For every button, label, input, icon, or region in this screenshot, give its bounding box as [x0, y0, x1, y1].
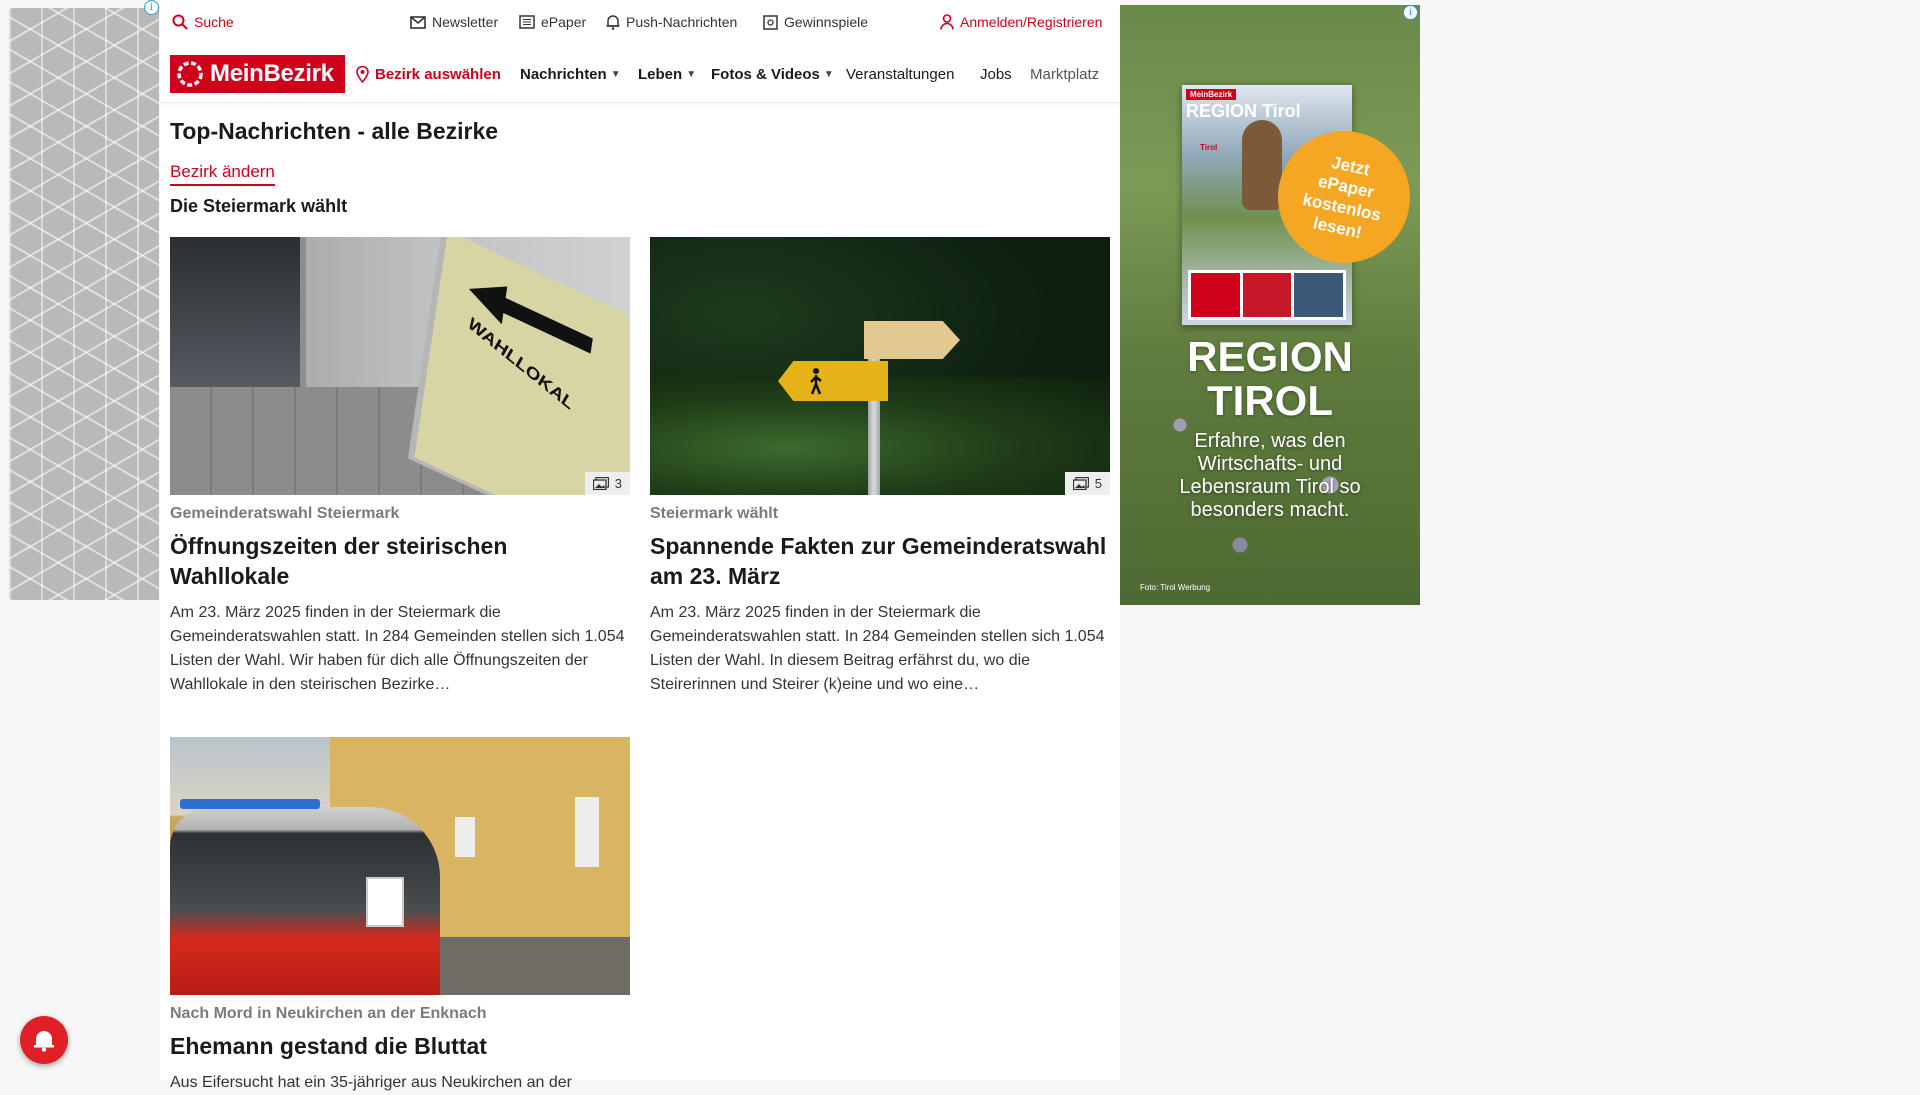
gallery-icon [592, 477, 609, 490]
user-icon [940, 14, 954, 30]
mail-icon [410, 15, 426, 29]
contests-label: Gewinnspiele [784, 14, 869, 30]
chevron-down-icon: ▼ [610, 68, 621, 80]
search-icon [172, 14, 188, 30]
article-headline[interactable]: Öffnungszeiten der steirischen Wahllokal… [170, 531, 630, 591]
magazine-badge: MeinBezirk [1186, 89, 1237, 100]
article-headline[interactable]: Ehemann gestand die Bluttat [170, 1031, 630, 1061]
gift-icon [763, 14, 778, 30]
marmot-shape [1242, 120, 1282, 210]
main-content: Suche Newsletter ePaper Push-Nachrichten… [160, 0, 1120, 1091]
article-kicker: Steiermark wählt [650, 505, 779, 522]
nav-label-leben: Leben [638, 65, 683, 83]
nav-item-marktplatz[interactable]: Marktplatz [1030, 46, 1099, 102]
gallery-icon [1072, 477, 1089, 490]
right-ad-banner[interactable]: MeinBezirk REGION Tirol Tirol Jetzt ePap… [1120, 5, 1420, 605]
window-shape [455, 817, 475, 857]
window-shape [575, 797, 599, 867]
chevron-down-icon: ▼ [686, 68, 697, 80]
article-teaser: Aus Eifersucht hat ein 35-jähriger aus N… [170, 1074, 572, 1091]
bell-icon [34, 1031, 54, 1052]
magazine-subtitle: Tirol [1200, 143, 1218, 152]
ad-headline-line2: TIROL [1207, 377, 1333, 424]
nav-item-fotos-videos[interactable]: Fotos & Videos ▼ [711, 46, 834, 102]
search-label: Suche [194, 14, 234, 30]
login-link[interactable]: Anmelden/Registrieren [940, 14, 1102, 30]
police-car-shape [170, 799, 440, 995]
contests-link[interactable]: Gewinnspiele [763, 14, 868, 30]
qr-code-sticker [366, 877, 404, 927]
article-card-3[interactable]: Nach Mord in Neukirchen an der Enknach E… [170, 737, 630, 1095]
photo-count-badge: 3 [584, 472, 630, 495]
ad-body: Erfahre, was den Wirtschafts- und Lebens… [1179, 430, 1361, 521]
arrow-shaft [501, 296, 593, 354]
newsletter-link[interactable]: Newsletter [410, 14, 498, 30]
district-selector[interactable]: Bezirk auswählen [356, 46, 501, 102]
ad-photo-credit: Foto: Tirol Werbung [1140, 583, 1211, 592]
article-image-3[interactable] [170, 737, 630, 995]
logo-text: MeinBezirk [210, 60, 334, 87]
search-link[interactable]: Suche [172, 14, 234, 30]
newsletter-label: Newsletter [432, 14, 499, 30]
ad-info-icon[interactable]: i [144, 0, 159, 15]
main-navigation: MeinBezirk Bezirk auswählen Nachrichten ▼… [160, 46, 1120, 103]
section-heading: Die Steiermark wählt [170, 196, 348, 216]
article-image-2[interactable]: 5 [650, 237, 1110, 495]
door-shape [170, 237, 306, 387]
article-image-1[interactable]: WAHLLOKAL 3 [170, 237, 630, 495]
bell-icon [606, 15, 620, 30]
sign-board: WAHLLOKAL [414, 237, 630, 495]
signpost-sign-left [778, 361, 888, 401]
article-teaser: Am 23. März 2025 finden in der Steiermar… [170, 604, 625, 693]
article-card-2[interactable]: 5 Steiermark wählt Spannende Fakten zur … [650, 237, 1110, 697]
epaper-link[interactable]: ePaper [519, 14, 586, 30]
push-label: Push-Nachrichten [626, 14, 738, 30]
push-link[interactable]: Push-Nachrichten [606, 14, 737, 30]
logo-flower-icon [177, 61, 203, 87]
magazine-pages [1188, 270, 1346, 320]
photo-count-badge: 5 [1064, 472, 1110, 495]
article-card-1[interactable]: WAHLLOKAL 3 Gemeinderatswahl Steiermark … [170, 237, 630, 697]
photo-count: 3 [614, 476, 622, 491]
login-label: Anmelden/Registrieren [960, 14, 1103, 30]
epaper-label: ePaper [541, 14, 587, 30]
siren-lights [180, 799, 320, 809]
nav-item-nachrichten[interactable]: Nachrichten ▼ [520, 46, 621, 102]
nav-label-marktplatz: Marktplatz [1030, 65, 1100, 83]
district-selector-label: Bezirk auswählen [375, 65, 501, 83]
hiker-icon [810, 368, 822, 395]
article-kicker: Gemeinderatswahl Steiermark [170, 505, 400, 522]
nav-item-jobs[interactable]: Jobs [980, 46, 1012, 102]
article-teaser: Am 23. März 2025 finden in der Steiermar… [650, 604, 1105, 693]
magazine-title: REGION Tirol [1186, 101, 1301, 121]
newspaper-icon [519, 15, 535, 29]
notification-bell-button[interactable] [20, 1016, 68, 1064]
location-pin-icon [356, 65, 369, 83]
ad-headline-line1: REGION [1187, 333, 1353, 380]
nav-item-leben[interactable]: Leben ▼ [638, 46, 696, 102]
nav-label-fotos-videos: Fotos & Videos [711, 65, 820, 83]
article-kicker: Nach Mord in Neukirchen an der Enknach [170, 1005, 487, 1022]
left-skyscraper-ad[interactable] [9, 8, 159, 600]
ad-info-icon[interactable]: i [1403, 5, 1418, 20]
nav-label-nachrichten: Nachrichten [520, 65, 607, 83]
utility-bar: Suche Newsletter ePaper Push-Nachrichten… [160, 0, 1120, 46]
article-headline[interactable]: Spannende Fakten zur Gemeinderatswahl am… [650, 531, 1110, 591]
nav-label-veranstaltungen: Veranstaltungen [846, 65, 955, 83]
nav-label-jobs: Jobs [980, 65, 1012, 83]
page-title: Top-Nachrichten - alle Bezirke [170, 118, 499, 144]
change-district-link[interactable]: Bezirk ändern [170, 162, 275, 186]
chevron-down-icon: ▼ [823, 68, 834, 80]
site-logo[interactable]: MeinBezirk [170, 55, 345, 93]
signpost-sign-right [864, 321, 960, 359]
photo-count: 5 [1094, 476, 1102, 491]
ad-headline: REGION TIROL [1120, 335, 1420, 423]
nav-item-veranstaltungen[interactable]: Veranstaltungen [846, 46, 954, 102]
